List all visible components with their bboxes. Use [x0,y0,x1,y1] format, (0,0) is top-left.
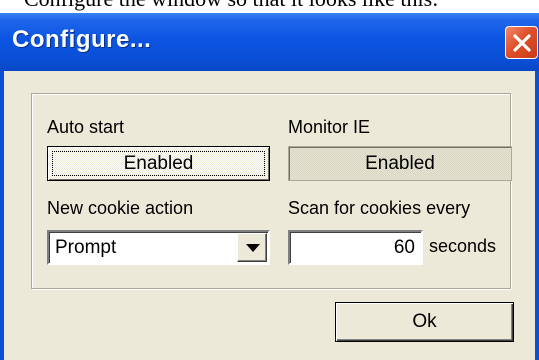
auto-start-label: Auto start [47,117,125,137]
focus-rectangle [52,151,265,176]
monitor-ie-value: Enabled [365,152,435,174]
scan-interval-input[interactable] [288,230,423,265]
configure-dialog: Configure... Auto start Monitor IE Enabl… [0,13,539,360]
close-x-icon [513,34,531,52]
ok-button-label: Ok [412,311,437,332]
cookie-action-select[interactable]: Prompt [47,230,270,265]
cookie-action-value: Prompt [55,237,117,258]
dialog-body: Auto start Monitor IE Enabled Enabled Ne… [4,71,535,360]
close-button[interactable] [505,26,538,59]
scan-interval-label: Scan for cookies every [288,198,471,218]
cookie-action-label: New cookie action [47,198,194,218]
page-caption-fragment: Configure the window so that it looks li… [0,0,539,14]
window-title: Configure... [12,26,152,53]
caption-text: Configure the window so that it looks li… [24,0,438,12]
chevron-down-icon [246,244,260,252]
monitor-ie-label: Monitor IE [288,117,371,137]
dropdown-button[interactable] [237,233,267,262]
ok-button[interactable]: Ok [335,302,514,342]
title-bar[interactable]: Configure... [0,13,539,71]
seconds-unit-label: seconds [429,236,497,256]
auto-start-toggle-button[interactable]: Enabled [47,146,270,181]
monitor-ie-toggle-button[interactable]: Enabled [288,146,512,181]
